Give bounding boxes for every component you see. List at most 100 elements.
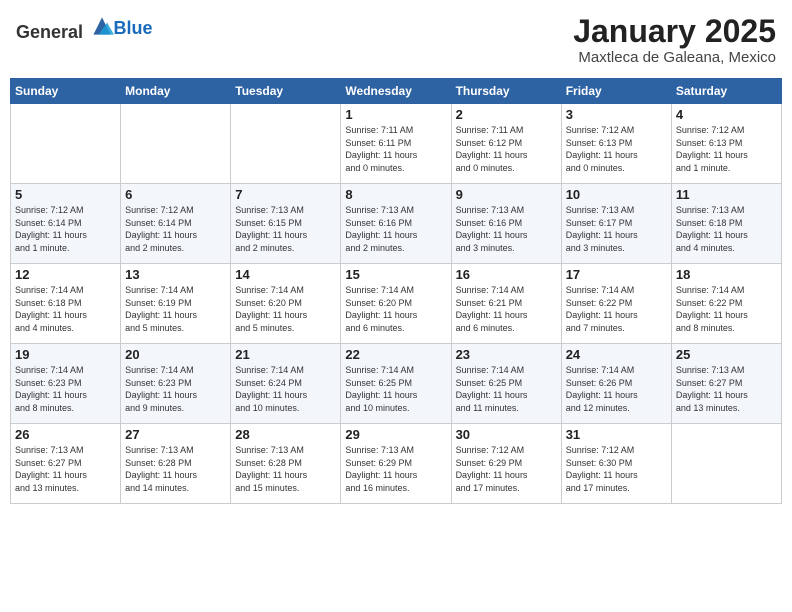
calendar-cell bbox=[671, 424, 781, 504]
calendar-cell: 14 Sunrise: 7:14 AM Sunset: 6:20 PM Dayli… bbox=[231, 264, 341, 344]
day-info: Sunrise: 7:13 AM Sunset: 6:27 PM Dayligh… bbox=[676, 364, 777, 414]
day-info: Sunrise: 7:13 AM Sunset: 6:16 PM Dayligh… bbox=[456, 204, 557, 254]
logo-icon bbox=[90, 14, 114, 38]
day-info: Sunrise: 7:12 AM Sunset: 6:13 PM Dayligh… bbox=[676, 124, 777, 174]
day-number: 6 bbox=[125, 187, 226, 202]
logo: General Blue bbox=[16, 14, 153, 43]
calendar-cell: 5 Sunrise: 7:12 AM Sunset: 6:14 PM Daylig… bbox=[11, 184, 121, 264]
day-info: Sunrise: 7:12 AM Sunset: 6:29 PM Dayligh… bbox=[456, 444, 557, 494]
calendar-day-header: Tuesday bbox=[231, 79, 341, 104]
day-number: 13 bbox=[125, 267, 226, 282]
day-info: Sunrise: 7:14 AM Sunset: 6:19 PM Dayligh… bbox=[125, 284, 226, 334]
logo-general: General bbox=[16, 22, 83, 42]
day-info: Sunrise: 7:14 AM Sunset: 6:18 PM Dayligh… bbox=[15, 284, 116, 334]
calendar-cell: 9 Sunrise: 7:13 AM Sunset: 6:16 PM Daylig… bbox=[451, 184, 561, 264]
day-number: 9 bbox=[456, 187, 557, 202]
calendar-cell: 28Sunrise: 7:13 AM Sunset: 6:28 PM Dayli… bbox=[231, 424, 341, 504]
day-info: Sunrise: 7:14 AM Sunset: 6:23 PM Dayligh… bbox=[125, 364, 226, 414]
calendar-cell: 23 Sunrise: 7:14 AM Sunset: 6:25 PM Dayli… bbox=[451, 344, 561, 424]
day-number: 10 bbox=[566, 187, 667, 202]
title-block: January 2025 Maxtleca de Galeana, Mexico bbox=[573, 14, 776, 66]
day-info: Sunrise: 7:14 AM Sunset: 6:25 PM Dayligh… bbox=[345, 364, 446, 414]
calendar-header-row: SundayMondayTuesdayWednesdayThursdayFrid… bbox=[11, 79, 782, 104]
day-info: Sunrise: 7:13 AM Sunset: 6:28 PM Dayligh… bbox=[125, 444, 226, 494]
calendar-cell: 24 Sunrise: 7:14 AM Sunset: 6:26 PM Dayli… bbox=[561, 344, 671, 424]
calendar-cell: 13 Sunrise: 7:14 AM Sunset: 6:19 PM Dayli… bbox=[121, 264, 231, 344]
calendar-week-row: 5 Sunrise: 7:12 AM Sunset: 6:14 PM Daylig… bbox=[11, 184, 782, 264]
calendar-day-header: Saturday bbox=[671, 79, 781, 104]
calendar-cell bbox=[231, 104, 341, 184]
calendar-cell: 29 Sunrise: 7:13 AM Sunset: 6:29 PM Dayli… bbox=[341, 424, 451, 504]
day-number: 19 bbox=[15, 347, 116, 362]
day-info: Sunrise: 7:12 AM Sunset: 6:14 PM Dayligh… bbox=[125, 204, 226, 254]
calendar-table: SundayMondayTuesdayWednesdayThursdayFrid… bbox=[10, 78, 782, 504]
calendar-cell bbox=[121, 104, 231, 184]
day-info: Sunrise: 7:14 AM Sunset: 6:22 PM Dayligh… bbox=[566, 284, 667, 334]
calendar-cell: 25 Sunrise: 7:13 AM Sunset: 6:27 PM Dayli… bbox=[671, 344, 781, 424]
calendar-cell: 22 Sunrise: 7:14 AM Sunset: 6:25 PM Dayli… bbox=[341, 344, 451, 424]
day-info: Sunrise: 7:14 AM Sunset: 6:21 PM Dayligh… bbox=[456, 284, 557, 334]
day-number: 20 bbox=[125, 347, 226, 362]
calendar-cell: 27 Sunrise: 7:13 AM Sunset: 6:28 PM Dayli… bbox=[121, 424, 231, 504]
calendar-cell: 17 Sunrise: 7:14 AM Sunset: 6:22 PM Dayli… bbox=[561, 264, 671, 344]
day-number: 22 bbox=[345, 347, 446, 362]
calendar-cell: 31Sunrise: 7:12 AM Sunset: 6:30 PM Dayli… bbox=[561, 424, 671, 504]
calendar-cell: 26 Sunrise: 7:13 AM Sunset: 6:27 PM Dayli… bbox=[11, 424, 121, 504]
day-number: 29 bbox=[345, 427, 446, 442]
day-number: 26 bbox=[15, 427, 116, 442]
calendar-cell: 10 Sunrise: 7:13 AM Sunset: 6:17 PM Dayli… bbox=[561, 184, 671, 264]
day-number: 16 bbox=[456, 267, 557, 282]
day-info: Sunrise: 7:13 AM Sunset: 6:15 PM Dayligh… bbox=[235, 204, 336, 254]
day-info: Sunrise: 7:12 AM Sunset: 6:13 PM Dayligh… bbox=[566, 124, 667, 174]
calendar-cell: 15Sunrise: 7:14 AM Sunset: 6:20 PM Dayli… bbox=[341, 264, 451, 344]
calendar-cell: 7 Sunrise: 7:13 AM Sunset: 6:15 PM Daylig… bbox=[231, 184, 341, 264]
day-number: 1 bbox=[345, 107, 446, 122]
day-info: Sunrise: 7:14 AM Sunset: 6:24 PM Dayligh… bbox=[235, 364, 336, 414]
day-number: 23 bbox=[456, 347, 557, 362]
day-number: 31 bbox=[566, 427, 667, 442]
day-number: 18 bbox=[676, 267, 777, 282]
day-number: 4 bbox=[676, 107, 777, 122]
day-number: 24 bbox=[566, 347, 667, 362]
calendar-cell: 21 Sunrise: 7:14 AM Sunset: 6:24 PM Dayli… bbox=[231, 344, 341, 424]
calendar-cell: 16 Sunrise: 7:14 AM Sunset: 6:21 PM Dayli… bbox=[451, 264, 561, 344]
day-info: Sunrise: 7:14 AM Sunset: 6:20 PM Dayligh… bbox=[235, 284, 336, 334]
day-info: Sunrise: 7:14 AM Sunset: 6:25 PM Dayligh… bbox=[456, 364, 557, 414]
day-info: Sunrise: 7:13 AM Sunset: 6:17 PM Dayligh… bbox=[566, 204, 667, 254]
day-number: 17 bbox=[566, 267, 667, 282]
calendar-cell bbox=[11, 104, 121, 184]
calendar-week-row: 12 Sunrise: 7:14 AM Sunset: 6:18 PM Dayli… bbox=[11, 264, 782, 344]
page-header: General Blue January 2025 Maxtleca de Ga… bbox=[10, 10, 782, 70]
calendar-cell: 4 Sunrise: 7:12 AM Sunset: 6:13 PM Daylig… bbox=[671, 104, 781, 184]
logo-blue: Blue bbox=[114, 18, 153, 38]
day-number: 12 bbox=[15, 267, 116, 282]
day-info: Sunrise: 7:14 AM Sunset: 6:22 PM Dayligh… bbox=[676, 284, 777, 334]
day-info: Sunrise: 7:13 AM Sunset: 6:28 PM Dayligh… bbox=[235, 444, 336, 494]
calendar-day-header: Friday bbox=[561, 79, 671, 104]
day-number: 27 bbox=[125, 427, 226, 442]
day-info: Sunrise: 7:14 AM Sunset: 6:23 PM Dayligh… bbox=[15, 364, 116, 414]
day-info: Sunrise: 7:14 AM Sunset: 6:26 PM Dayligh… bbox=[566, 364, 667, 414]
day-info: Sunrise: 7:13 AM Sunset: 6:29 PM Dayligh… bbox=[345, 444, 446, 494]
calendar-day-header: Wednesday bbox=[341, 79, 451, 104]
calendar-cell: 1 Sunrise: 7:11 AM Sunset: 6:11 PM Daylig… bbox=[341, 104, 451, 184]
day-number: 5 bbox=[15, 187, 116, 202]
calendar-cell: 30 Sunrise: 7:12 AM Sunset: 6:29 PM Dayli… bbox=[451, 424, 561, 504]
day-info: Sunrise: 7:13 AM Sunset: 6:27 PM Dayligh… bbox=[15, 444, 116, 494]
calendar-cell: 20 Sunrise: 7:14 AM Sunset: 6:23 PM Dayli… bbox=[121, 344, 231, 424]
calendar-day-header: Sunday bbox=[11, 79, 121, 104]
calendar-cell: 3Sunrise: 7:12 AM Sunset: 6:13 PM Daylig… bbox=[561, 104, 671, 184]
day-number: 21 bbox=[235, 347, 336, 362]
day-info: Sunrise: 7:12 AM Sunset: 6:14 PM Dayligh… bbox=[15, 204, 116, 254]
day-number: 11 bbox=[676, 187, 777, 202]
calendar-cell: 11Sunrise: 7:13 AM Sunset: 6:18 PM Dayli… bbox=[671, 184, 781, 264]
day-number: 2 bbox=[456, 107, 557, 122]
calendar-cell: 19 Sunrise: 7:14 AM Sunset: 6:23 PM Dayli… bbox=[11, 344, 121, 424]
day-number: 30 bbox=[456, 427, 557, 442]
day-number: 25 bbox=[676, 347, 777, 362]
calendar-week-row: 1 Sunrise: 7:11 AM Sunset: 6:11 PM Daylig… bbox=[11, 104, 782, 184]
day-info: Sunrise: 7:11 AM Sunset: 6:11 PM Dayligh… bbox=[345, 124, 446, 174]
day-number: 7 bbox=[235, 187, 336, 202]
calendar-week-row: 19 Sunrise: 7:14 AM Sunset: 6:23 PM Dayli… bbox=[11, 344, 782, 424]
day-number: 14 bbox=[235, 267, 336, 282]
